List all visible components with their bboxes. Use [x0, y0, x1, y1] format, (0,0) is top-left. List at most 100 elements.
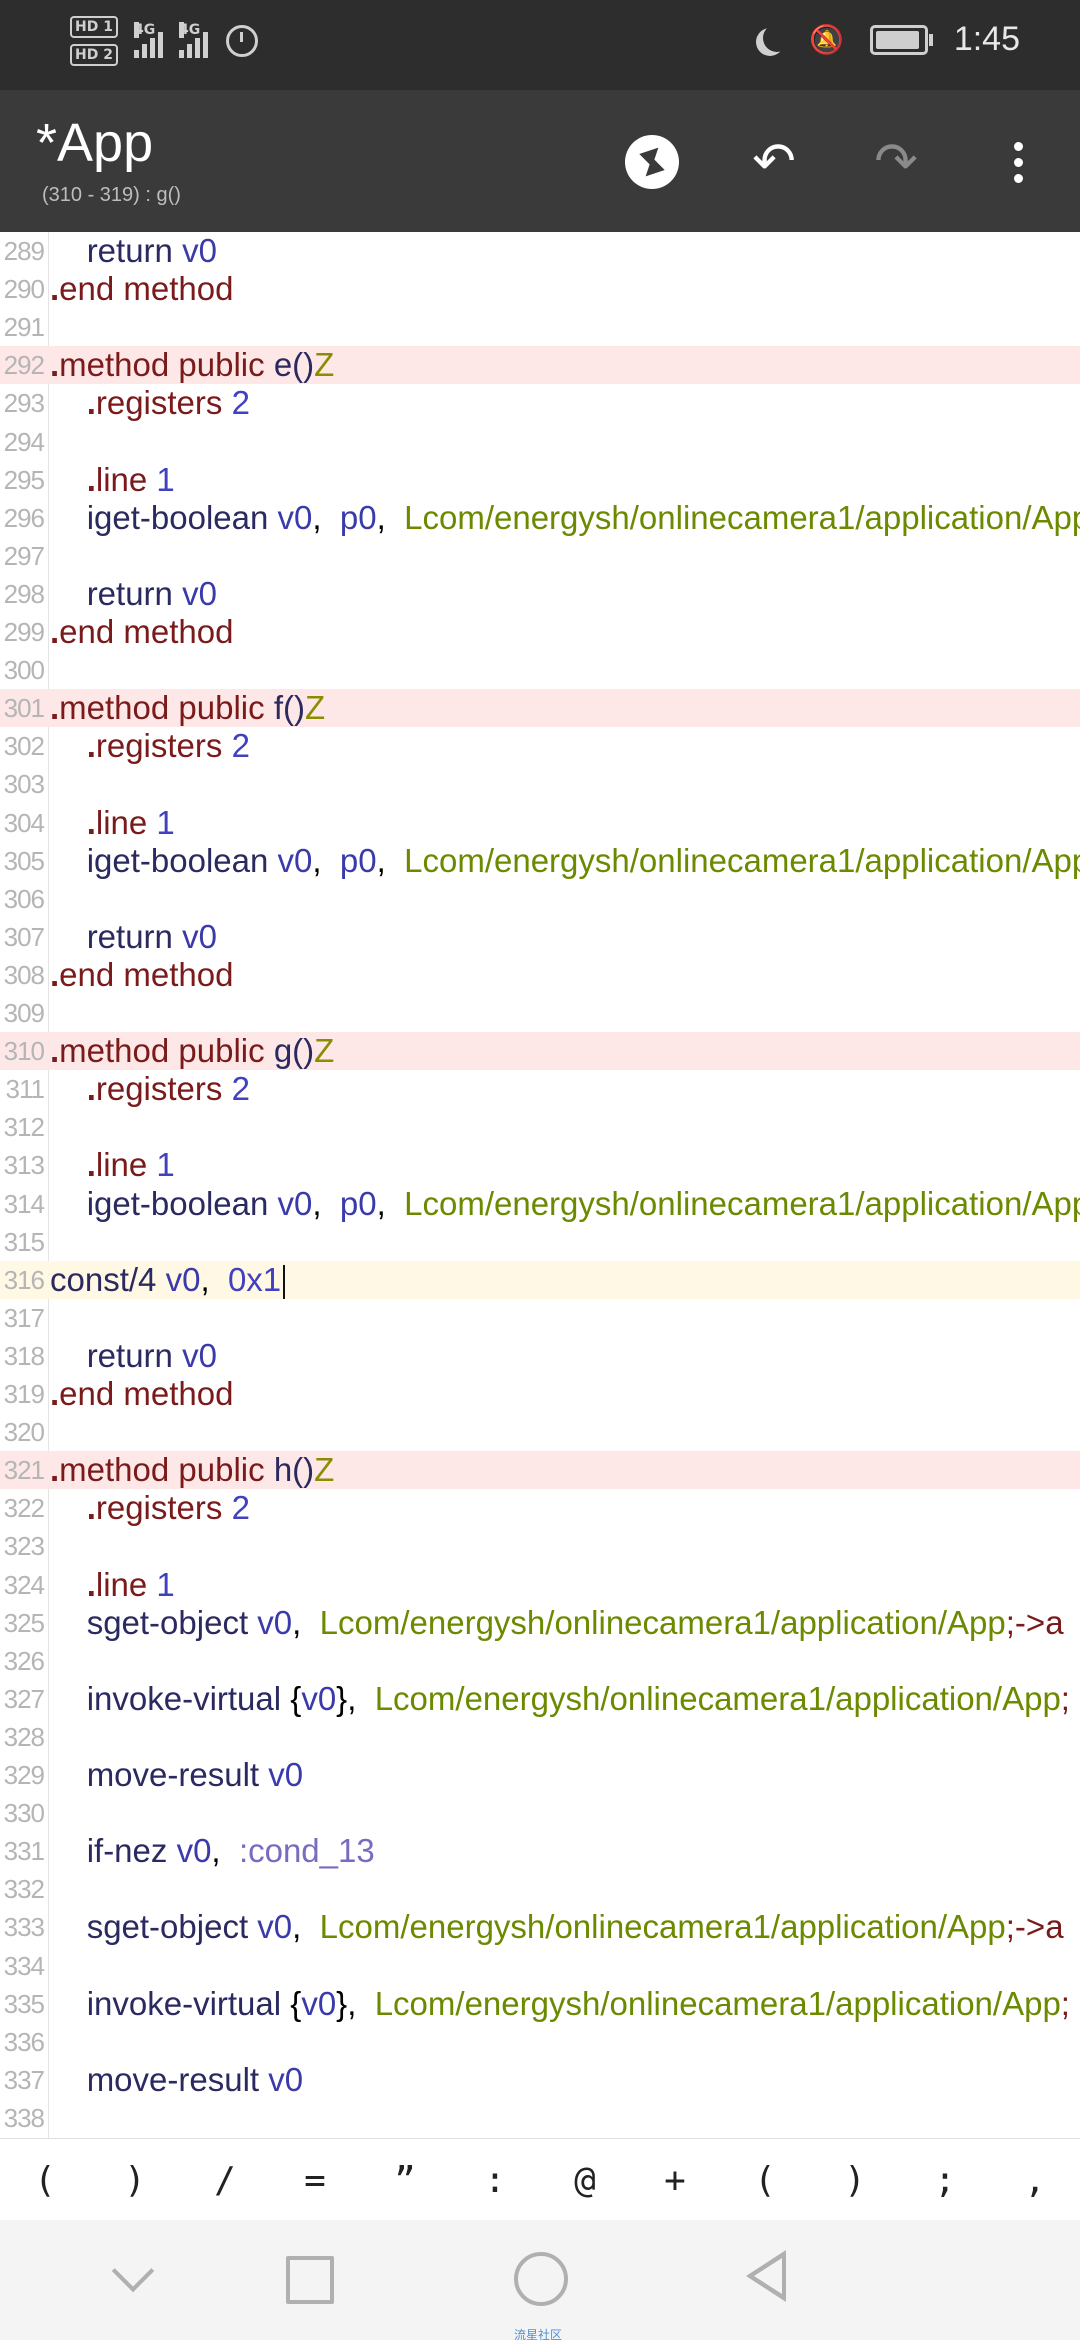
code-line[interactable]: 292 .method public e()Z	[0, 346, 1080, 385]
code-line[interactable]: 305 iget-boolean v0, p0, Lcom/energysh/o…	[0, 842, 1080, 880]
symbol-key[interactable]: :	[465, 2160, 525, 2201]
code-line[interactable]: 296 iget-boolean v0, p0, Lcom/energysh/o…	[0, 499, 1080, 537]
code-line[interactable]: 297	[0, 537, 1080, 575]
code-line[interactable]: 312	[0, 1108, 1080, 1146]
code-text[interactable]: .line 1	[50, 804, 175, 842]
back-button[interactable]	[746, 2250, 786, 2302]
symbol-key[interactable]: ,	[1005, 2160, 1065, 2201]
code-line[interactable]: 309	[0, 994, 1080, 1032]
symbol-key[interactable]: +	[645, 2160, 705, 2201]
symbol-key[interactable]: (	[735, 2160, 795, 2201]
code-line[interactable]: 289 return v0	[0, 232, 1080, 270]
code-line[interactable]: 302 .registers 2	[0, 727, 1080, 765]
code-text[interactable]: return v0	[50, 575, 217, 613]
code-text[interactable]: iget-boolean v0, p0, Lcom/energysh/onlin…	[50, 1185, 1080, 1223]
code-line[interactable]: 337 move-result v0	[0, 2061, 1080, 2099]
code-line[interactable]: 325 sget-object v0, Lcom/energysh/online…	[0, 1604, 1080, 1642]
code-line[interactable]: 335 invoke-virtual {v0}, Lcom/energysh/o…	[0, 1985, 1080, 2023]
symbol-key[interactable]: )	[825, 2160, 885, 2201]
symbol-key[interactable]: )	[105, 2160, 165, 2201]
code-text[interactable]: move-result v0	[50, 2061, 303, 2099]
code-text[interactable]: .method public f()Z	[50, 689, 325, 727]
more-options-button[interactable]	[986, 130, 1050, 194]
code-text[interactable]: invoke-virtual {v0}, Lcom/energysh/onlin…	[50, 1985, 1070, 2023]
code-text[interactable]: .line 1	[50, 1566, 175, 1604]
code-line[interactable]: 291	[0, 308, 1080, 346]
code-text[interactable]: iget-boolean v0, p0, Lcom/energysh/onlin…	[50, 842, 1080, 880]
code-text[interactable]: sget-object v0, Lcom/energysh/onlinecame…	[50, 1604, 1064, 1642]
code-line[interactable]: 318 return v0	[0, 1337, 1080, 1375]
code-line[interactable]: 290 .end method	[0, 270, 1080, 308]
code-line[interactable]: 320	[0, 1413, 1080, 1451]
home-button[interactable]	[514, 2252, 568, 2306]
code-line[interactable]: 322 .registers 2	[0, 1489, 1080, 1527]
code-line[interactable]: 298 return v0	[0, 575, 1080, 613]
code-line[interactable]: 303	[0, 765, 1080, 803]
code-line[interactable]: 308 .end method	[0, 956, 1080, 994]
symbol-key[interactable]: @	[555, 2160, 615, 2201]
code-line[interactable]: 316 const/4 v0, 0x1	[0, 1260, 1080, 1299]
code-line[interactable]: 306	[0, 880, 1080, 918]
code-text[interactable]: invoke-virtual {v0}, Lcom/energysh/onlin…	[50, 1680, 1070, 1718]
code-text[interactable]: sget-object v0, Lcom/energysh/onlinecame…	[50, 1908, 1064, 1946]
symbol-key[interactable]: =	[285, 2160, 345, 2201]
code-text[interactable]: .method public g()Z	[50, 1032, 334, 1070]
code-text[interactable]: .end method	[50, 613, 233, 651]
code-line[interactable]: 338	[0, 2099, 1080, 2137]
code-line[interactable]: 319 .end method	[0, 1375, 1080, 1413]
code-editor[interactable]: 289 return v0 290 .end method 291 292 .method…	[0, 232, 1080, 2138]
navigate-button[interactable]	[620, 130, 684, 194]
code-line[interactable]: 307 return v0	[0, 918, 1080, 956]
code-text[interactable]: .registers 2	[50, 727, 250, 765]
recents-button[interactable]	[286, 2256, 334, 2304]
code-line[interactable]: 336	[0, 2023, 1080, 2061]
code-line[interactable]: 334	[0, 1947, 1080, 1985]
code-text[interactable]: .method public h()Z	[50, 1451, 334, 1489]
code-text[interactable]: .registers 2	[50, 384, 250, 422]
code-line[interactable]: 311 .registers 2	[0, 1070, 1080, 1108]
symbol-key[interactable]: ;	[915, 2160, 975, 2201]
code-text[interactable]: move-result v0	[50, 1756, 303, 1794]
code-line[interactable]: 304 .line 1	[0, 804, 1080, 842]
code-text[interactable]: .line 1	[50, 461, 175, 499]
code-line[interactable]: 329 move-result v0	[0, 1756, 1080, 1794]
code-text[interactable]: .method public e()Z	[50, 346, 334, 384]
symbol-key[interactable]: (	[15, 2160, 75, 2201]
code-text[interactable]: const/4 v0, 0x1	[50, 1261, 286, 1299]
code-line[interactable]: 323	[0, 1527, 1080, 1565]
code-text[interactable]: .line 1	[50, 1146, 175, 1184]
code-line[interactable]: 330	[0, 1794, 1080, 1832]
code-line[interactable]: 300	[0, 651, 1080, 689]
code-text[interactable]: return v0	[50, 918, 217, 956]
symbol-key[interactable]: /	[195, 2160, 255, 2201]
code-text[interactable]: .end method	[50, 270, 233, 308]
code-line[interactable]: 327 invoke-virtual {v0}, Lcom/energysh/o…	[0, 1680, 1080, 1718]
code-text[interactable]: return v0	[50, 1337, 217, 1375]
code-line[interactable]: 321 .method public h()Z	[0, 1451, 1080, 1490]
code-line[interactable]: 331 if-nez v0, :cond_13	[0, 1832, 1080, 1870]
code-line[interactable]: 326	[0, 1642, 1080, 1680]
code-text[interactable]: if-nez v0, :cond_13	[50, 1832, 375, 1870]
hide-keyboard-button[interactable]	[111, 2249, 155, 2293]
code-text[interactable]: .registers 2	[50, 1489, 250, 1527]
code-line[interactable]: 328	[0, 1718, 1080, 1756]
code-line[interactable]: 324 .line 1	[0, 1566, 1080, 1604]
code-line[interactable]: 333 sget-object v0, Lcom/energysh/online…	[0, 1908, 1080, 1946]
code-text[interactable]: .end method	[50, 956, 233, 994]
symbol-key[interactable]: ”	[375, 2160, 435, 2201]
code-line[interactable]: 294	[0, 423, 1080, 461]
code-text[interactable]: .end method	[50, 1375, 233, 1413]
code-line[interactable]: 317	[0, 1299, 1080, 1337]
code-line[interactable]: 310 .method public g()Z	[0, 1032, 1080, 1071]
code-line[interactable]: 315	[0, 1223, 1080, 1261]
code-line[interactable]: 295 .line 1	[0, 461, 1080, 499]
code-line[interactable]: 299 .end method	[0, 613, 1080, 651]
code-line[interactable]: 314 iget-boolean v0, p0, Lcom/energysh/o…	[0, 1185, 1080, 1223]
code-line[interactable]: 332	[0, 1870, 1080, 1908]
code-text[interactable]: return v0	[50, 232, 217, 270]
redo-button[interactable]: ↷	[864, 130, 928, 194]
code-line[interactable]: 313 .line 1	[0, 1146, 1080, 1184]
code-line[interactable]: 293 .registers 2	[0, 384, 1080, 422]
code-text[interactable]: iget-boolean v0, p0, Lcom/energysh/onlin…	[50, 499, 1080, 537]
code-text[interactable]: .registers 2	[50, 1070, 250, 1108]
